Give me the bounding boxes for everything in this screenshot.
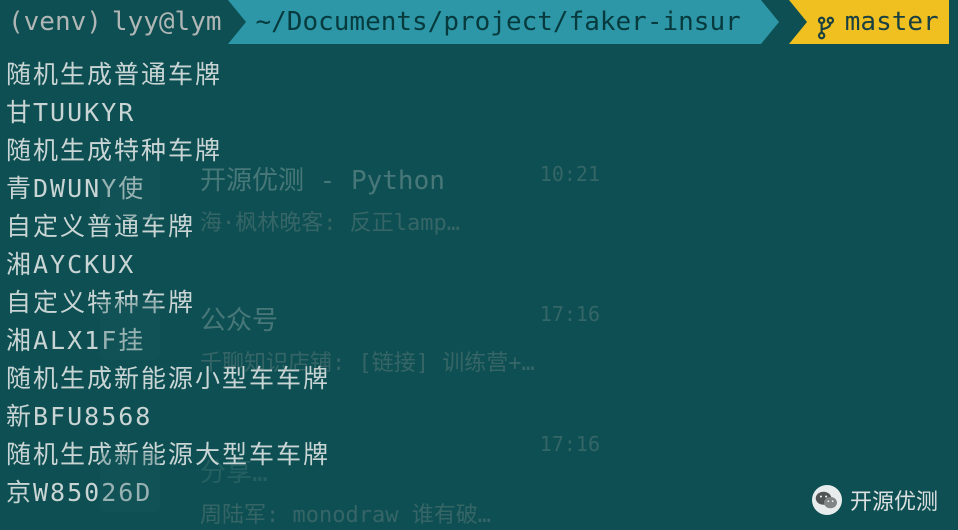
output-line: 随机生成普通车牌 xyxy=(6,56,952,94)
git-branch-icon xyxy=(817,10,835,34)
chevron-right-icon xyxy=(761,0,779,44)
chevron-right-icon xyxy=(228,0,246,44)
bg-chat-subtitle: 千聊知识店铺: [链接] 训练营+… xyxy=(200,345,580,377)
watermark: 开源优测 xyxy=(812,484,938,516)
output-line: 新BFU8568 xyxy=(6,398,952,436)
output-line: 甘TUUKYR xyxy=(6,94,952,132)
bg-avatar xyxy=(100,300,160,360)
output-line: 湘AYCKUX xyxy=(6,246,952,284)
bg-chat-time: 17:16 xyxy=(540,432,600,456)
terminal-prompt: (venv) lyy@lym ~/Documents/project/faker… xyxy=(0,0,958,44)
bg-chat-item: 分享… 周陆军: monodraw 谁有破… 17:16 xyxy=(200,452,580,529)
prompt-branch-segment: master xyxy=(789,0,949,44)
bg-avatar xyxy=(100,160,160,220)
wechat-icon xyxy=(812,485,842,515)
bg-chat-item: 公众号 千聊知识店铺: [链接] 训练营+… 17:16 xyxy=(200,300,580,377)
bg-chat-title: 开源优测 - Python xyxy=(200,160,580,197)
bg-chat-subtitle: 海·枫林晚客: 反正lamp… xyxy=(200,205,580,237)
bg-chat-share: 分享… xyxy=(200,452,580,489)
chevron-right-icon xyxy=(789,0,807,44)
watermark-label: 开源优测 xyxy=(850,484,938,516)
prompt-venv: (venv) xyxy=(0,0,106,44)
bg-chat-title: 公众号 xyxy=(200,300,580,337)
prompt-user: lyy@lym xyxy=(106,0,228,44)
bg-chat-time: 17:16 xyxy=(540,302,600,326)
bg-chat-item: 开源优测 - Python 海·枫林晚客: 反正lamp… 10:21 xyxy=(200,160,580,237)
terminal-output[interactable]: 随机生成普通车牌 甘TUUKYR 随机生成特种车牌 青DWUNY使 自定义普通车… xyxy=(0,44,958,512)
prompt-branch-name: master xyxy=(845,0,939,44)
bg-avatar xyxy=(100,452,160,512)
prompt-path: ~/Documents/project/faker-insur xyxy=(228,0,761,44)
bg-chat-time: 10:21 xyxy=(540,162,600,186)
prompt-branch: master xyxy=(789,0,949,44)
prompt-path-segment: ~/Documents/project/faker-insur xyxy=(228,0,779,44)
bg-chat-subtitle: 周陆军: monodraw 谁有破… xyxy=(200,497,580,529)
